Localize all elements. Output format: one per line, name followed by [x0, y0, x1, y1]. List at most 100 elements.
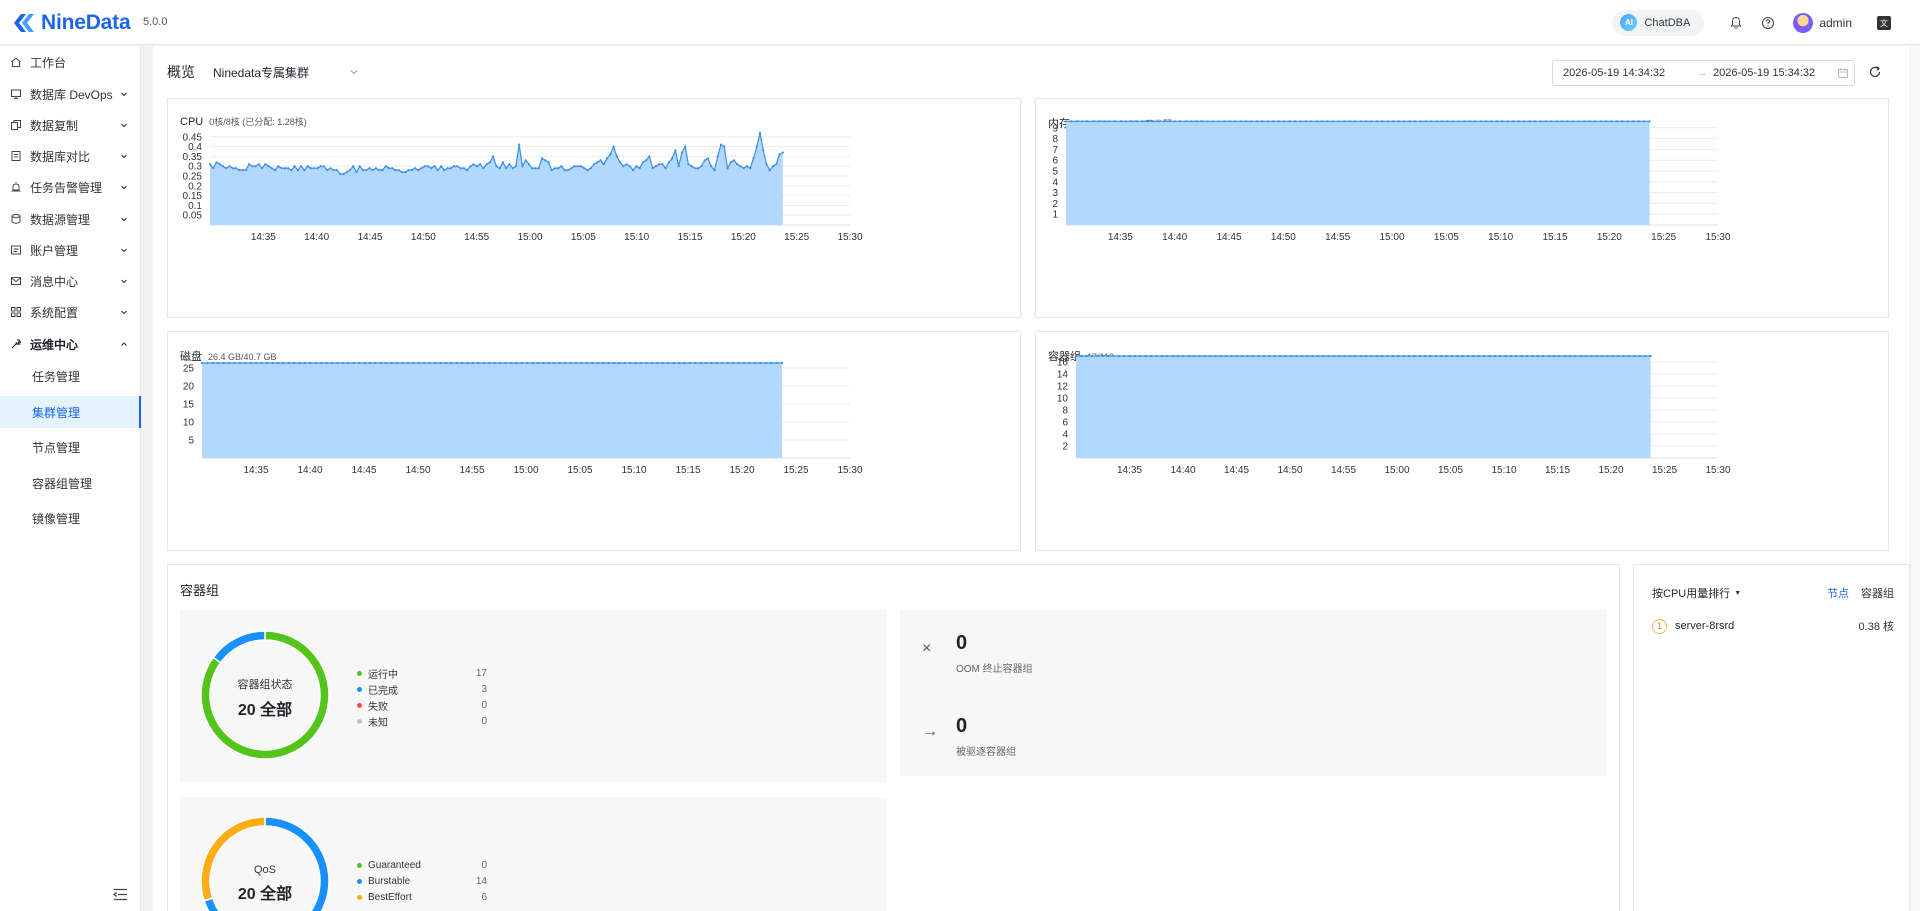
sidebar-item-5[interactable]: 数据源管理 [0, 204, 141, 234]
data-point [589, 167, 592, 170]
sidebar-subitem-4[interactable]: 镜像管理 [0, 502, 141, 534]
data-point [651, 167, 654, 170]
language-switch-icon[interactable]: 文 [1876, 15, 1892, 31]
data-point [1579, 354, 1582, 358]
oom-label: OOM 终止容器组 [956, 664, 1033, 675]
tab-pods[interactable]: 容器组 [1861, 585, 1894, 601]
ranking-sort-select[interactable]: 按CPU用量排行 [1652, 585, 1730, 601]
data-point [742, 167, 745, 170]
sidebar-item-8[interactable]: 系统配置 [0, 297, 141, 327]
data-point [1239, 120, 1242, 123]
user-name[interactable]: admin [1819, 16, 1852, 30]
data-point [1195, 120, 1198, 123]
sidebar-item-6[interactable]: 账户管理 [0, 235, 141, 265]
data-point [719, 143, 723, 146]
legend-item[interactable]: BestEffort 6 [357, 892, 487, 903]
legend-item[interactable]: 失败 0 [357, 698, 487, 713]
data-point [1217, 120, 1220, 123]
data-point [580, 361, 583, 365]
y-tick-label: 20 [183, 382, 195, 393]
date-end[interactable]: 2026-05-19 15:34:32 [1713, 67, 1831, 79]
data-point [1403, 120, 1406, 123]
data-point [407, 169, 410, 172]
avatar[interactable] [1793, 12, 1814, 33]
disk-area-chart[interactable]: 5 10 15 20 25 14:35 14:40 14:45 14:50 14:55 15:00 1… [168, 332, 1022, 552]
data-point [1163, 120, 1166, 123]
caret-down-icon[interactable]: ▼ [1734, 590, 1741, 597]
svg-text:文: 文 [1880, 18, 1888, 28]
data-point [1272, 120, 1275, 123]
data-point [710, 165, 713, 168]
data-point [520, 361, 523, 365]
x-tick-label: 14:40 [1170, 465, 1195, 476]
data-point [282, 361, 285, 365]
page-scrollbar[interactable] [1910, 46, 1920, 911]
data-point [477, 361, 480, 365]
data-point [1101, 354, 1104, 358]
sidebar-item-1[interactable]: 数据库 DevOps [0, 79, 141, 109]
data-point [1643, 120, 1646, 123]
data-point [221, 165, 225, 168]
data-point [1370, 354, 1373, 358]
chevron-down-icon [350, 70, 358, 75]
data-point [339, 172, 342, 176]
sidebar-item-2[interactable]: 数据复制 [0, 110, 141, 140]
tab-nodes[interactable]: 节点 [1827, 585, 1849, 601]
sidebar-subitem-2[interactable]: 节点管理 [0, 431, 141, 463]
data-point [674, 149, 677, 152]
sidebar-item-0[interactable]: 工作台 [0, 47, 141, 77]
brand-logo[interactable]: NineData [12, 10, 131, 36]
data-point [700, 165, 703, 168]
sidebar-subitem-1[interactable]: 集群管理 [0, 396, 141, 428]
help-icon[interactable] [1761, 16, 1775, 30]
legend-item[interactable]: Burstable 14 [357, 876, 487, 887]
legend-dot [357, 687, 362, 692]
data-point [509, 361, 513, 365]
rank-node-name[interactable]: server-8rsrd [1675, 620, 1859, 632]
data-point [1198, 354, 1201, 358]
chevron-down-icon [121, 123, 127, 128]
legend-item[interactable]: 已完成 3 [357, 682, 487, 697]
data-point [200, 361, 204, 365]
sidebar-item-3[interactable]: 数据库对比 [0, 141, 141, 171]
x-tick-label: 15:25 [1651, 232, 1676, 243]
data-point [1552, 354, 1555, 358]
refresh-icon[interactable] [1868, 65, 1882, 79]
legend-item[interactable]: 未知 0 [357, 714, 487, 729]
data-point [293, 165, 296, 168]
data-point [1617, 354, 1620, 358]
data-point [729, 161, 732, 164]
data-point [576, 165, 579, 168]
legend-item[interactable]: Guaranteed 0 [357, 860, 487, 871]
sidebar-item-9[interactable]: 运维中心 [0, 329, 141, 359]
sidebar-item-label: 运维中心 [30, 337, 79, 352]
sidebar-subitem-3[interactable]: 容器组管理 [0, 467, 141, 499]
y-tick-label: 4 [1062, 430, 1068, 441]
data-point [765, 163, 768, 166]
date-range-picker[interactable]: 2026-05-19 14:34:32 → 2026-05-19 15:34:3… [1552, 60, 1855, 86]
data-point [1160, 354, 1163, 358]
collapse-sidebar-icon[interactable] [113, 888, 128, 901]
chatdba-button[interactable]: AI ChatDBA [1612, 9, 1705, 36]
data-point [450, 361, 453, 365]
data-point [428, 361, 431, 365]
bell-icon[interactable] [1729, 16, 1743, 30]
pod-count-area-chart[interactable]: 246810121416 14:35 14:40 14:45 14:50 14:55 15:… [1036, 332, 1890, 552]
x-tick-label: 14:35 [243, 465, 268, 476]
legend-item[interactable]: 运行中 17 [357, 666, 487, 681]
data-point [1332, 120, 1335, 123]
sidebar-subitem-0[interactable]: 任务管理 [0, 360, 141, 392]
cluster-select[interactable]: Ninedata专属集群 [213, 58, 359, 86]
ranking-row[interactable]: 1 server-8rsrd 0.38 核 [1652, 618, 1894, 634]
data-point [400, 171, 404, 174]
sidebar-item-7[interactable]: 消息中心 [0, 266, 141, 296]
data-point [493, 361, 496, 365]
memory-area-chart[interactable]: 123456789 14:35 14:40 14:45 14:50 14:55 15:00 1… [1036, 99, 1890, 319]
legend-value: 14 [475, 876, 487, 887]
cpu-area-chart[interactable]: 0.050.10.150.20.250.30.350.40.45 14:35 14:… [168, 99, 1022, 319]
data-point [394, 169, 397, 172]
sidebar-item-4[interactable]: 任务告警管理 [0, 172, 141, 202]
series-area [202, 363, 782, 458]
date-start[interactable]: 2026-05-19 14:34:32 [1563, 67, 1691, 79]
data-point [211, 361, 214, 365]
